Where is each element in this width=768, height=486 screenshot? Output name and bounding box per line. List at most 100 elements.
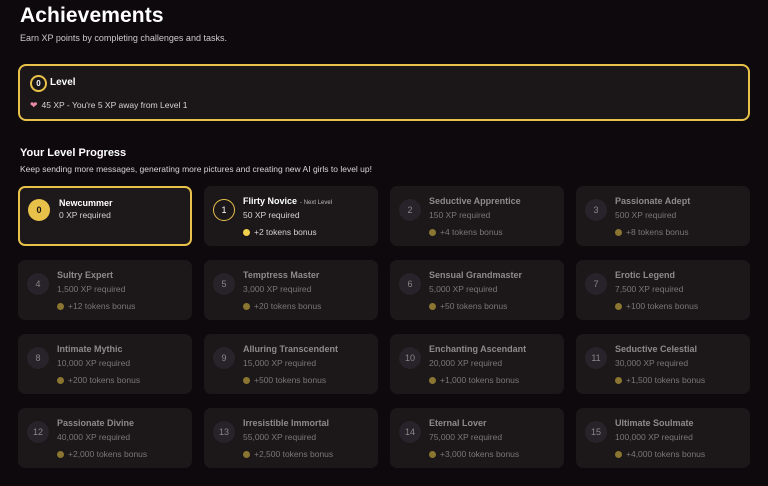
level-bonus: +3,000 tokens bonus	[429, 449, 519, 459]
level-bonus: +12 tokens bonus	[57, 301, 135, 311]
level-tile-8[interactable]: 8 Intimate Mythic 10,000 XP required +20…	[18, 334, 192, 394]
coin-icon	[615, 450, 622, 458]
level-number: 15	[585, 421, 607, 443]
achievements-page: Achievements Earn XP points by completin…	[0, 0, 768, 486]
coin-icon	[243, 228, 250, 236]
level-number: 4	[27, 273, 49, 295]
level-tile-12[interactable]: 12 Passionate Divine 40,000 XP required …	[18, 408, 192, 468]
level-tile-4[interactable]: 4 Sultry Expert 1,500 XP required +12 to…	[18, 260, 192, 320]
level-tile-14[interactable]: 14 Eternal Lover 75,000 XP required +3,0…	[390, 408, 564, 468]
level-name: Eternal Lover	[429, 418, 487, 428]
level-tile-10[interactable]: 10 Enchanting Ascendant 20,000 XP requir…	[390, 334, 564, 394]
level-number: 13	[213, 421, 235, 443]
level-bonus: +2,500 tokens bonus	[243, 449, 333, 459]
current-level-card: 0 Level ❤ 45 XP - You're 5 XP away from …	[18, 64, 750, 121]
level-tile-5[interactable]: 5 Temptress Master 3,000 XP required +20…	[204, 260, 378, 320]
level-bonus: +1,500 tokens bonus	[615, 375, 705, 385]
level-xp-required: 15,000 XP required	[243, 358, 317, 368]
coin-icon	[429, 376, 436, 384]
level-number: 12	[27, 421, 49, 443]
level-number: 14	[399, 421, 421, 443]
coin-icon	[243, 376, 250, 384]
level-bonus: +8 tokens bonus	[615, 227, 689, 237]
level-progress-subtitle: Keep sending more messages, generating m…	[20, 164, 373, 174]
level-xp-required: 20,000 XP required	[429, 358, 503, 368]
level-bonus-text: +2,000 tokens bonus	[68, 449, 148, 459]
level-xp-required: 55,000 XP required	[243, 432, 317, 442]
coin-icon	[429, 450, 436, 458]
level-number: 8	[27, 347, 49, 369]
level-bonus: +1,000 tokens bonus	[429, 375, 519, 385]
coin-icon	[429, 228, 436, 236]
level-bonus-text: +100 tokens bonus	[626, 301, 699, 311]
level-number: 10	[399, 347, 421, 369]
coin-icon	[243, 302, 250, 310]
level-bonus: +500 tokens bonus	[243, 375, 326, 385]
level-bonus: +4,000 tokens bonus	[615, 449, 705, 459]
page-subtitle: Earn XP points by completing challenges …	[20, 33, 227, 43]
level-xp-required: 500 XP required	[615, 210, 677, 220]
coin-icon	[615, 302, 622, 310]
coin-icon	[615, 228, 622, 236]
next-level-tag: - Next Level	[300, 200, 333, 206]
level-xp-required: 100,000 XP required	[615, 432, 693, 442]
level-bonus-text: +4,000 tokens bonus	[626, 449, 706, 459]
level-xp-required: 3,000 XP required	[243, 284, 312, 294]
level-tile-2[interactable]: 2 Seductive Apprentice 150 XP required +…	[390, 186, 564, 246]
level-bonus: +20 tokens bonus	[243, 301, 321, 311]
level-bonus-text: +2 tokens bonus	[254, 227, 317, 237]
coin-icon	[243, 450, 250, 458]
level-bonus-text: +2,500 tokens bonus	[254, 449, 334, 459]
level-tile-15[interactable]: 15 Ultimate Soulmate 100,000 XP required…	[576, 408, 750, 468]
level-name: Seductive Celestial	[615, 344, 698, 354]
level-number: 1	[213, 199, 235, 221]
level-number: 3	[585, 199, 607, 221]
level-bonus-text: +3,000 tokens bonus	[440, 449, 520, 459]
level-xp-required: 0 XP required	[59, 210, 111, 220]
level-card-title: Level	[50, 77, 76, 88]
coin-icon	[57, 376, 64, 384]
level-name: Alluring Transcendent	[243, 344, 339, 354]
level-xp-required: 150 XP required	[429, 210, 491, 220]
level-tile-3[interactable]: 3 Passionate Adept 500 XP required +8 to…	[576, 186, 750, 246]
level-name: Sensual Grandmaster	[429, 270, 523, 280]
level-bonus-text: +12 tokens bonus	[68, 301, 136, 311]
level-name: Enchanting Ascendant	[429, 344, 527, 354]
level-xp-required: 50 XP required	[243, 210, 300, 220]
level-tile-0[interactable]: 0 Newcummer 0 XP required	[18, 186, 192, 246]
level-number: 0	[28, 199, 50, 221]
level-bonus: +2,000 tokens bonus	[57, 449, 147, 459]
level-tile-9[interactable]: 9 Alluring Transcendent 15,000 XP requir…	[204, 334, 378, 394]
level-xp-text: 45 XP - You're 5 XP away from Level 1	[41, 100, 188, 110]
level-name: Seductive Apprentice	[429, 196, 521, 206]
level-tile-1[interactable]: 1 Flirty Novice - Next Level 50 XP requir…	[204, 186, 378, 246]
level-xp-status: ❤ 45 XP - You're 5 XP away from Level 1	[30, 100, 187, 110]
level-xp-required: 1,500 XP required	[57, 284, 126, 294]
level-name: Temptress Master	[243, 270, 320, 280]
level-name: Newcummer	[59, 198, 113, 208]
level-name: Sultry Expert	[57, 270, 114, 280]
level-bonus: +4 tokens bonus	[429, 227, 503, 237]
level-badge: 0	[30, 75, 47, 92]
level-xp-required: 7,500 XP required	[615, 284, 684, 294]
level-tile-6[interactable]: 6 Sensual Grandmaster 5,000 XP required …	[390, 260, 564, 320]
level-xp-required: 75,000 XP required	[429, 432, 503, 442]
level-bonus-text: +1,500 tokens bonus	[626, 375, 706, 385]
level-tile-13[interactable]: 13 Irresistible Immortal 55,000 XP requi…	[204, 408, 378, 468]
coin-icon	[615, 376, 622, 384]
level-tile-11[interactable]: 11 Seductive Celestial 30,000 XP require…	[576, 334, 750, 394]
page-title: Achievements	[20, 4, 164, 27]
level-bonus: +50 tokens bonus	[429, 301, 507, 311]
level-number: 6	[399, 273, 421, 295]
level-bonus: +100 tokens bonus	[615, 301, 698, 311]
level-tile-7[interactable]: 7 Erotic Legend 7,500 XP required +100 t…	[576, 260, 750, 320]
level-name: Flirty Novice - Next Level	[243, 196, 332, 206]
level-bonus-text: +20 tokens bonus	[254, 301, 322, 311]
level-number: 5	[213, 273, 235, 295]
level-name: Irresistible Immortal	[243, 418, 330, 428]
level-bonus-text: +1,000 tokens bonus	[440, 375, 520, 385]
level-number: 2	[399, 199, 421, 221]
level-bonus-text: +8 tokens bonus	[626, 227, 689, 237]
level-name: Ultimate Soulmate	[615, 418, 694, 428]
level-bonus-text: +500 tokens bonus	[254, 375, 327, 385]
